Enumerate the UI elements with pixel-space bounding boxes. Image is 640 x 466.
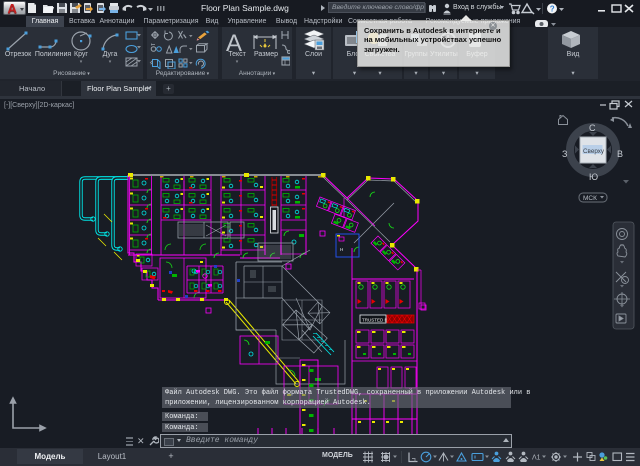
svg-text:МСК: МСК — [583, 195, 597, 202]
svg-text:Сверху: Сверху — [583, 148, 605, 155]
svg-text:Ю: Ю — [589, 172, 598, 182]
svg-text:H: H — [340, 247, 343, 252]
svg-text:В: В — [617, 149, 623, 159]
svg-text:З: З — [562, 149, 567, 159]
svg-text:TRUSTED BL: TRUSTED BL — [362, 318, 391, 323]
svg-text:С: С — [589, 123, 596, 133]
svg-text:Λ1: Λ1 — [532, 455, 541, 462]
svg-text:?: ? — [550, 5, 555, 14]
